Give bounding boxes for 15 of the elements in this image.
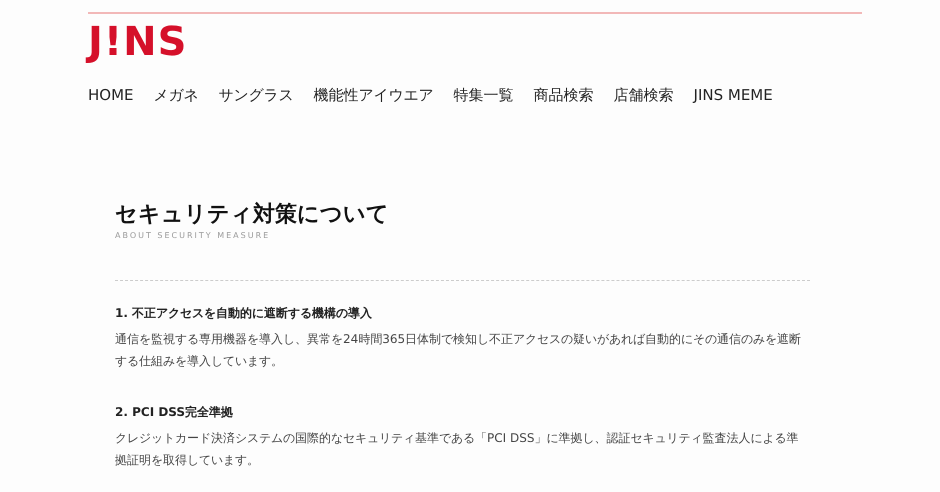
nav-link[interactable]: メガネ (154, 86, 199, 105)
page-subtitle: ABOUT SECURITY MEASURE (115, 231, 272, 240)
section-text: クレジットカード決済システムの国際的なセキュリティ基準である「PCI DSS」に準拠し、認証セキュリティ監査法人による準拠証明を取得しています。 (115, 430, 800, 469)
page-title: セキュリティ対策について (115, 201, 390, 229)
logo[interactable]: J!NS (88, 20, 188, 64)
nav-link[interactable]: 商品検索 (534, 86, 594, 105)
section-heading: 2. PCI DSS完全準拠 (115, 404, 234, 421)
nav-link[interactable]: JINS MEME (694, 86, 773, 105)
nav-link[interactable]: 特集一覧 (454, 86, 514, 105)
nav-link[interactable]: 店舗検索 (614, 86, 674, 105)
nav-link[interactable]: 機能性アイウエア (314, 86, 434, 105)
nav-link[interactable]: サングラス (218, 86, 294, 105)
section-text: 通信を監視する専用機器を導入し、異常を24時間365日体制で検知し不正アクセスの疑いがあれば自動的にその通信のみを遮断する仕組みを導入しています。 (115, 331, 802, 370)
nav-link[interactable]: HOME (88, 86, 134, 105)
section-heading: 1. 不正アクセスを自動的に遮断する機構の導入 (115, 305, 374, 322)
